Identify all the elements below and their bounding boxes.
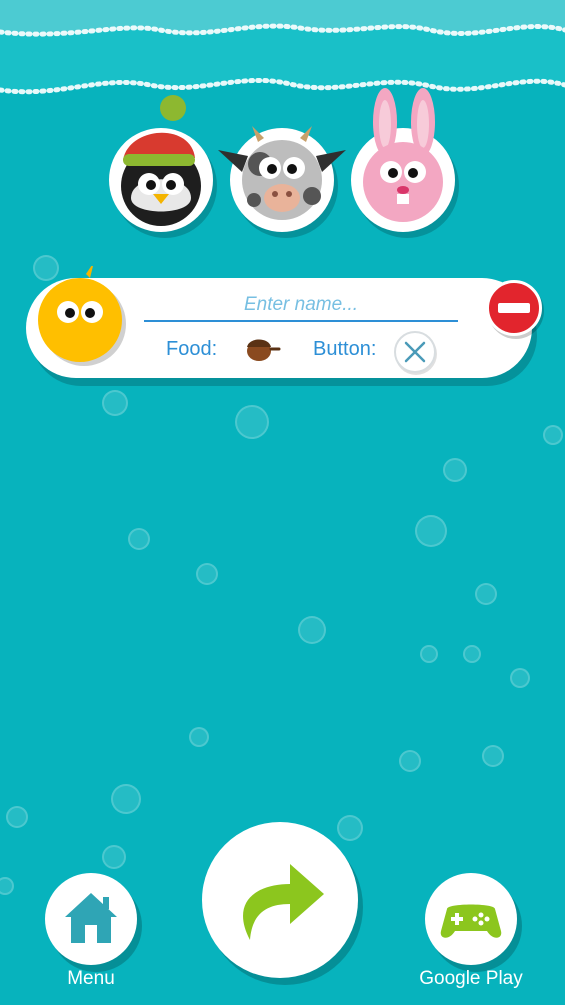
bubble <box>482 745 504 767</box>
menu-button[interactable] <box>45 873 137 965</box>
bubble <box>0 877 14 895</box>
google-play-label: Google Play <box>419 968 523 989</box>
button-label: Button: <box>313 338 377 360</box>
bubble <box>543 425 563 445</box>
curved-arrow-icon <box>243 864 324 940</box>
remove-player-button[interactable] <box>486 280 542 336</box>
bunny-avatar[interactable] <box>351 88 455 232</box>
bubble <box>510 668 530 688</box>
google-play-button[interactable] <box>425 873 517 965</box>
bubble <box>189 727 209 747</box>
bubble <box>399 750 421 772</box>
penguin-icon <box>121 95 201 226</box>
bubble <box>443 458 467 482</box>
player-name-input[interactable] <box>144 290 458 322</box>
bubble <box>102 390 128 416</box>
bubble <box>111 784 141 814</box>
bunny-icon <box>363 88 443 222</box>
bubble <box>420 645 438 663</box>
bubble <box>128 528 150 550</box>
bubble <box>235 405 269 439</box>
bubble <box>475 583 497 605</box>
food-label: Food: <box>166 338 218 360</box>
bubble <box>102 845 126 869</box>
foam-waves <box>0 0 565 95</box>
close-icon <box>404 341 426 363</box>
bubble <box>6 806 28 828</box>
menu-label: Menu <box>67 968 115 989</box>
cow-icon <box>218 126 346 220</box>
bubble <box>298 616 326 644</box>
bubble <box>463 645 481 663</box>
acorn-icon[interactable] <box>243 335 281 363</box>
player-card: Food: Button: <box>26 266 532 378</box>
chick-avatar-icon[interactable] <box>34 266 134 378</box>
next-button[interactable] <box>202 822 358 978</box>
x-button[interactable] <box>394 331 436 373</box>
penguin-avatar[interactable] <box>109 95 213 232</box>
house-icon <box>65 893 117 943</box>
bubble <box>415 515 447 547</box>
gamepad-icon <box>440 904 502 938</box>
bubble <box>196 563 218 585</box>
cow-avatar[interactable] <box>218 126 346 232</box>
